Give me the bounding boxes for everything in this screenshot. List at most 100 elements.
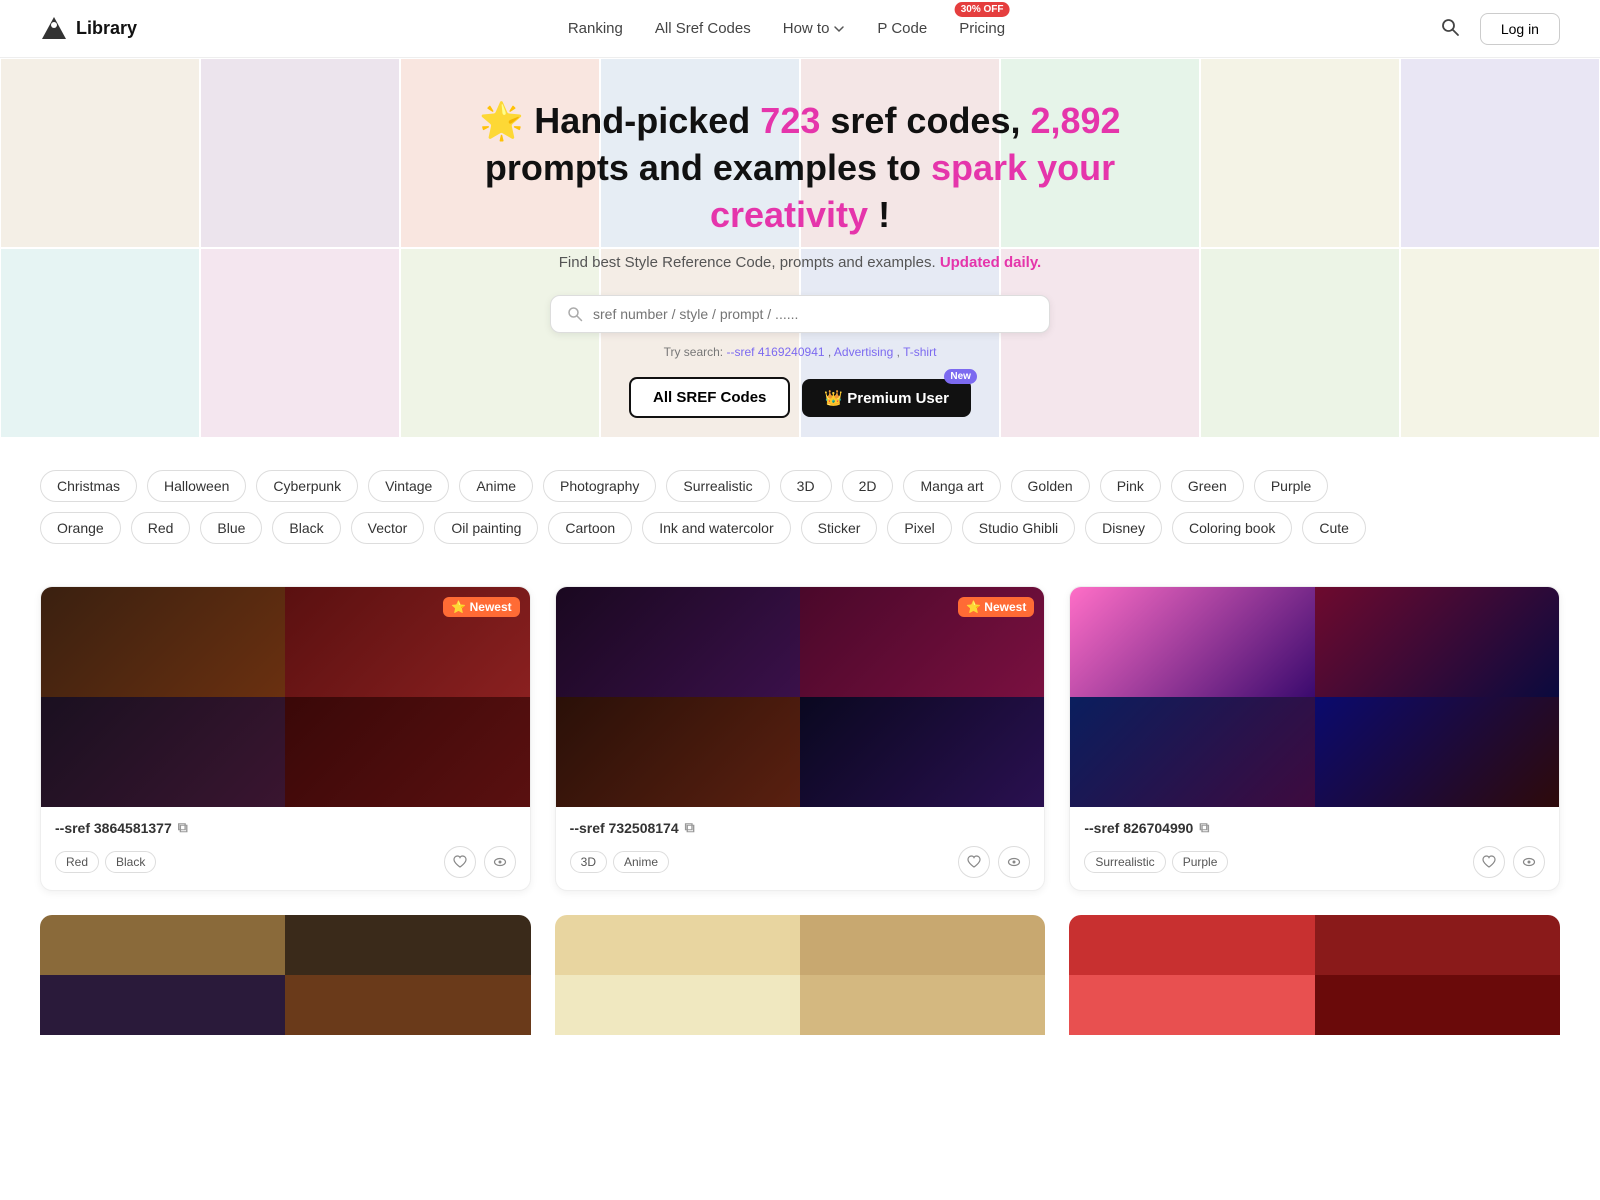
card-4-image-3 bbox=[40, 975, 285, 1035]
card-3-footer: --sref 826704990 ⧉ Surrealistic Purple bbox=[1070, 807, 1559, 890]
premium-user-button[interactable]: 👑 Premium User New bbox=[802, 379, 971, 417]
bg-cell bbox=[0, 248, 200, 438]
tag-ink-and-watercolor[interactable]: Ink and watercolor bbox=[642, 512, 790, 544]
tag-2d[interactable]: 2D bbox=[842, 470, 894, 502]
bg-cell bbox=[1200, 248, 1400, 438]
search-button[interactable] bbox=[1436, 13, 1464, 44]
nav-p-code[interactable]: P Code bbox=[877, 20, 927, 37]
tag-cute[interactable]: Cute bbox=[1302, 512, 1366, 544]
tag-studio-ghibli[interactable]: Studio Ghibli bbox=[962, 512, 1075, 544]
hero-title: 🌟 Hand-picked 723 sref codes, 2,892 prom… bbox=[470, 98, 1130, 238]
tag-christmas[interactable]: Christmas bbox=[40, 470, 137, 502]
card-3-tag-surrealistic[interactable]: Surrealistic bbox=[1084, 851, 1165, 873]
card-3-icon-buttons bbox=[1473, 846, 1545, 878]
card-1-actions: Red Black bbox=[55, 846, 516, 878]
card-4-image-2 bbox=[285, 915, 530, 975]
try-link-sref[interactable]: --sref 4169240941 bbox=[726, 345, 824, 359]
card-2-tag-3d[interactable]: 3D bbox=[570, 851, 607, 873]
eye-icon bbox=[1007, 855, 1021, 869]
tag-blue[interactable]: Blue bbox=[200, 512, 262, 544]
search-icon bbox=[1440, 17, 1460, 37]
search-bar-icon bbox=[567, 306, 583, 322]
card-6-image-3 bbox=[1069, 975, 1314, 1035]
tag-disney[interactable]: Disney bbox=[1085, 512, 1162, 544]
hero-subtitle: Find best Style Reference Code, prompts … bbox=[470, 254, 1130, 271]
card-1-like-button[interactable] bbox=[444, 846, 476, 878]
tag-vintage[interactable]: Vintage bbox=[368, 470, 449, 502]
tag-vector[interactable]: Vector bbox=[351, 512, 425, 544]
card-1-icon-buttons bbox=[444, 846, 516, 878]
card-3-like-button[interactable] bbox=[1473, 846, 1505, 878]
cards-grid: ⭐ Newest --sref 3864581377 ⧉ Red Black bbox=[40, 586, 1560, 891]
card-6-partial bbox=[1069, 915, 1560, 1035]
tag-sticker[interactable]: Sticker bbox=[801, 512, 878, 544]
card-1-image-1 bbox=[41, 587, 285, 697]
tag-golden[interactable]: Golden bbox=[1011, 470, 1090, 502]
title-mid: sref codes, bbox=[830, 100, 1030, 141]
card-3-tag-purple[interactable]: Purple bbox=[1172, 851, 1229, 873]
tag-orange[interactable]: Orange bbox=[40, 512, 121, 544]
tag-oil-painting[interactable]: Oil painting bbox=[434, 512, 538, 544]
tag-surrealistic[interactable]: Surrealistic bbox=[666, 470, 769, 502]
nav-all-sref-codes[interactable]: All Sref Codes bbox=[655, 20, 751, 37]
login-button[interactable]: Log in bbox=[1480, 13, 1560, 45]
tag-cartoon[interactable]: Cartoon bbox=[548, 512, 632, 544]
card-4-image-4 bbox=[285, 975, 530, 1035]
tag-green[interactable]: Green bbox=[1171, 470, 1244, 502]
nav-ranking[interactable]: Ranking bbox=[568, 20, 623, 37]
bg-cell bbox=[0, 58, 200, 248]
new-badge: New bbox=[944, 369, 977, 384]
card-1: ⭐ Newest --sref 3864581377 ⧉ Red Black bbox=[40, 586, 531, 891]
title-end: ! bbox=[878, 194, 890, 235]
card-2-tag-anime[interactable]: Anime bbox=[613, 851, 669, 873]
card-2-tags: 3D Anime bbox=[570, 851, 669, 873]
bg-cell bbox=[200, 58, 400, 248]
tag-halloween[interactable]: Halloween bbox=[147, 470, 246, 502]
card-3-image-3 bbox=[1070, 697, 1314, 807]
card-3-view-button[interactable] bbox=[1513, 846, 1545, 878]
navbar: Library Ranking All Sref Codes How to P … bbox=[0, 0, 1600, 58]
card-1-view-button[interactable] bbox=[484, 846, 516, 878]
card-1-tag-black[interactable]: Black bbox=[105, 851, 156, 873]
tag-anime[interactable]: Anime bbox=[459, 470, 533, 502]
card-2-like-button[interactable] bbox=[958, 846, 990, 878]
card-3-copy-icon[interactable]: ⧉ bbox=[1199, 819, 1209, 836]
card-6-image-1 bbox=[1069, 915, 1314, 975]
try-link-tshirt[interactable]: T-shirt bbox=[903, 345, 936, 359]
card-5-image-grid bbox=[555, 915, 1046, 1035]
tag-pink[interactable]: Pink bbox=[1100, 470, 1161, 502]
card-1-sref: --sref 3864581377 ⧉ bbox=[55, 819, 516, 836]
logo-text: Library bbox=[76, 18, 137, 39]
nav-pricing[interactable]: Pricing bbox=[959, 20, 1005, 37]
card-1-image-wrap: ⭐ Newest bbox=[41, 587, 530, 807]
tag-pixel[interactable]: Pixel bbox=[887, 512, 951, 544]
card-1-copy-icon[interactable]: ⧉ bbox=[178, 819, 188, 836]
tag-purple[interactable]: Purple bbox=[1254, 470, 1328, 502]
search-input[interactable] bbox=[593, 306, 1033, 322]
card-1-tag-red[interactable]: Red bbox=[55, 851, 99, 873]
eye-icon bbox=[1522, 855, 1536, 869]
tag-coloring-book[interactable]: Coloring book bbox=[1172, 512, 1292, 544]
all-sref-codes-button[interactable]: All SREF Codes bbox=[629, 377, 790, 418]
hero-content: 🌟 Hand-picked 723 sref codes, 2,892 prom… bbox=[450, 58, 1150, 438]
card-6-image-grid bbox=[1069, 915, 1560, 1035]
logo[interactable]: Library bbox=[40, 15, 137, 43]
tag-red[interactable]: Red bbox=[131, 512, 191, 544]
bg-cell bbox=[1200, 58, 1400, 248]
tag-black[interactable]: Black bbox=[272, 512, 340, 544]
tag-cyberpunk[interactable]: Cyberpunk bbox=[256, 470, 358, 502]
tag-manga-art[interactable]: Manga art bbox=[903, 470, 1000, 502]
card-6-image-4 bbox=[1315, 975, 1560, 1035]
card-2-view-button[interactable] bbox=[998, 846, 1030, 878]
card-3-tags: Surrealistic Purple bbox=[1084, 851, 1228, 873]
nav-how-to[interactable]: How to bbox=[783, 20, 846, 37]
card-2-image-4 bbox=[800, 697, 1044, 807]
card-2-image-grid bbox=[556, 587, 1045, 807]
logo-icon bbox=[40, 15, 68, 43]
card-2-copy-icon[interactable]: ⧉ bbox=[685, 819, 695, 836]
try-link-advertising[interactable]: Advertising bbox=[834, 345, 893, 359]
tag-photography[interactable]: Photography bbox=[543, 470, 656, 502]
card-3-image-1 bbox=[1070, 587, 1314, 697]
tag-3d[interactable]: 3D bbox=[780, 470, 832, 502]
card-3-image-2 bbox=[1315, 587, 1559, 697]
